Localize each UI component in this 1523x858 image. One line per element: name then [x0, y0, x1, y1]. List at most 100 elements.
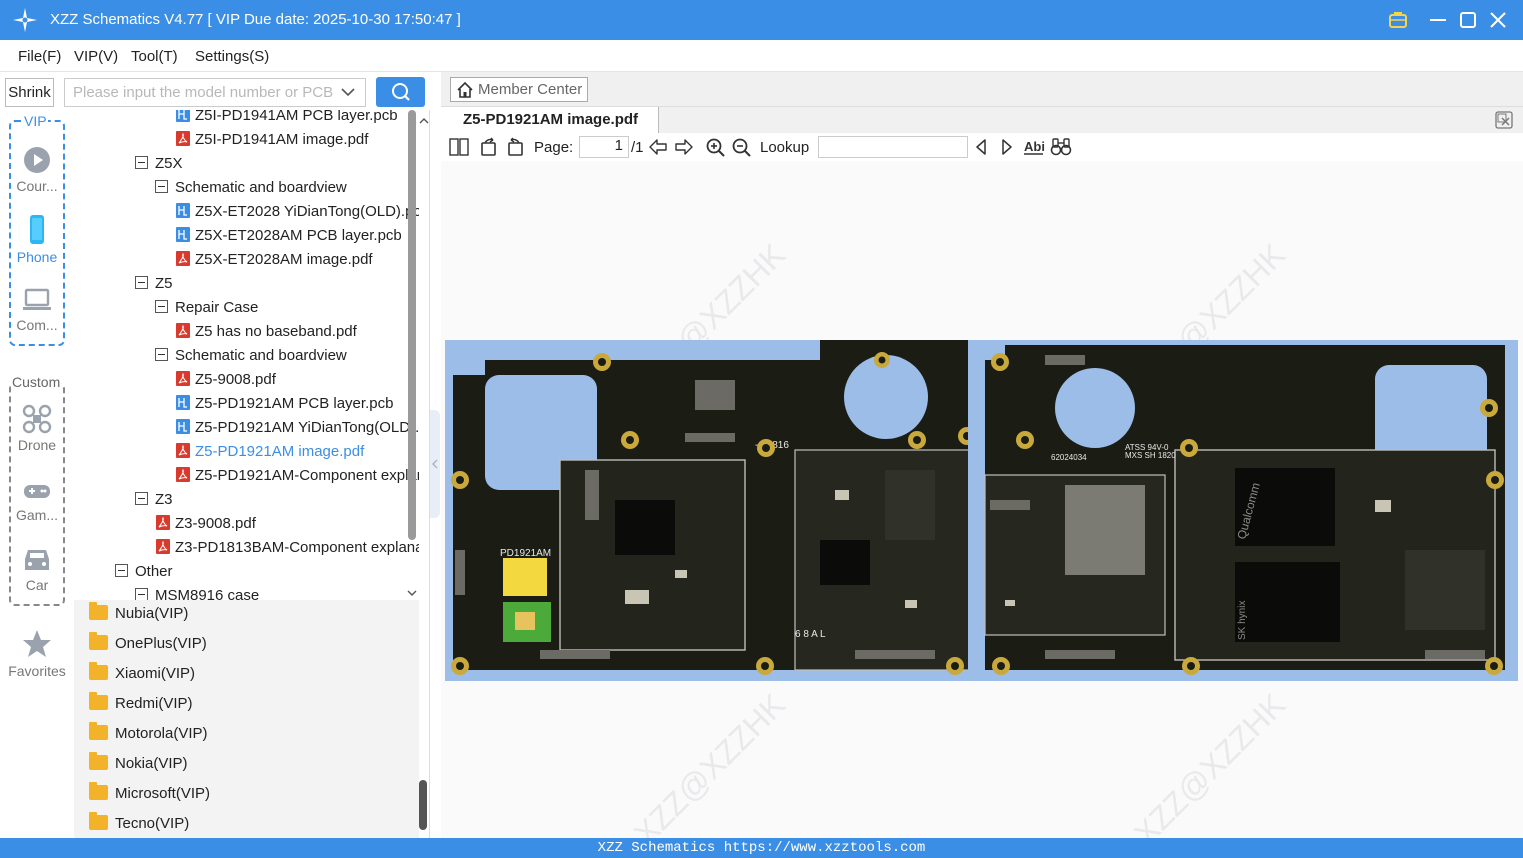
- close-icon[interactable]: [1486, 8, 1510, 32]
- rail-item-car[interactable]: Car: [0, 546, 74, 593]
- tree-file[interactable]: Z3-9008.pdf: [156, 512, 256, 536]
- menu-vip[interactable]: VIP(V): [74, 48, 118, 65]
- folder-item[interactable]: Tecno(VIP): [89, 812, 189, 835]
- chevron-down-icon[interactable]: [339, 83, 357, 101]
- tree-node[interactable]: Repair Case: [155, 296, 258, 320]
- rail-item-label: Favorites: [8, 663, 66, 679]
- rail-item-label: Gam...: [15, 507, 58, 523]
- tree-scroll-thumb[interactable]: [408, 110, 416, 540]
- page-label: Page:: [534, 139, 574, 156]
- binoculars-icon[interactable]: [1050, 137, 1072, 157]
- menu-tool[interactable]: Tool(T): [131, 48, 178, 65]
- tree-file[interactable]: Z3-PD1813BAM-Component explanation.pdf: [156, 536, 419, 560]
- rail-item-phone[interactable]: Phone: [0, 214, 74, 265]
- previous-page-icon[interactable]: [648, 137, 668, 157]
- collapse-icon[interactable]: [135, 492, 148, 505]
- rotate-right-icon[interactable]: [505, 137, 525, 157]
- folder-item[interactable]: Motorola(VIP): [89, 722, 208, 745]
- tree-file[interactable]: Z5 has no baseband.pdf: [176, 320, 357, 344]
- tree-file[interactable]: Z5-PD1921AM-Component explanation.pdf: [176, 464, 419, 488]
- watermark: XZZ@XZZHK: [626, 686, 793, 838]
- folder-scrollbar[interactable]: [419, 780, 427, 830]
- maximize-icon[interactable]: [1456, 8, 1480, 32]
- tree-file[interactable]: Z5-PD1921AM YiDianTong(OLD).pcb: [176, 416, 419, 440]
- shrink-button[interactable]: Shrink: [5, 78, 54, 107]
- tree-node[interactable]: Z5X: [135, 152, 183, 176]
- collapse-icon[interactable]: [135, 276, 148, 289]
- board-label: 6 8 A L: [795, 629, 826, 640]
- model-search-input[interactable]: [66, 80, 336, 105]
- tree-file[interactable]: Z5I-PD1941AM PCB layer.pcb: [176, 110, 398, 128]
- rail-item-game[interactable]: Gam...: [0, 480, 74, 523]
- tree-file[interactable]: Z5X-ET2028 YiDianTong(OLD).pcb: [176, 200, 419, 224]
- tree-node[interactable]: Z3: [135, 488, 173, 512]
- car-icon: [25, 550, 49, 570]
- rail-item-label: Phone: [16, 249, 58, 265]
- tree-node[interactable]: Other: [115, 560, 173, 584]
- pdf-file-icon: [176, 443, 190, 458]
- collapse-icon[interactable]: [155, 300, 168, 313]
- rail-item-drone[interactable]: Drone: [0, 404, 74, 453]
- page-total: /1: [631, 139, 644, 156]
- tree-node[interactable]: MSM8916 case: [135, 584, 259, 600]
- folder-item[interactable]: OnePlus(VIP): [89, 632, 207, 655]
- tree-node[interactable]: Schematic and boardview: [155, 344, 347, 368]
- match-case-icon[interactable]: Abi: [1023, 137, 1045, 157]
- panel-splitter[interactable]: [430, 410, 440, 518]
- rail-item-computer[interactable]: Com...: [0, 286, 74, 333]
- collapse-icon[interactable]: [155, 348, 168, 361]
- find-next-icon[interactable]: [999, 137, 1015, 157]
- custom-group-label: Custom: [11, 374, 62, 390]
- folder-item[interactable]: Microsoft(VIP): [89, 782, 210, 805]
- close-tab-icon[interactable]: [1495, 111, 1513, 129]
- tab-document[interactable]: Z5-PD1921AM image.pdf: [441, 107, 659, 134]
- folder-item[interactable]: Nokia(VIP): [89, 752, 188, 775]
- tree-file[interactable]: Z5X-ET2028AM image.pdf: [176, 248, 373, 272]
- tree-file[interactable]: Z5I-PD1941AM image.pdf: [176, 128, 368, 152]
- gamepad-icon: [24, 485, 50, 498]
- two-page-view-icon[interactable]: [449, 137, 469, 157]
- tree-file[interactable]: Z5-9008.pdf: [176, 368, 276, 392]
- scroll-down-icon[interactable]: [406, 588, 418, 598]
- tree-scrollbar[interactable]: [408, 110, 418, 600]
- find-previous-icon[interactable]: [973, 137, 989, 157]
- collapse-icon[interactable]: [115, 564, 128, 577]
- pcb-file-icon: [176, 419, 190, 434]
- board-label: SK hynix: [1237, 601, 1248, 640]
- document-page-canvas[interactable]: XZZ@XZZHK XZZ@XZZHK XZZ@XZZHK XZZ@XZZHK …: [441, 161, 1523, 838]
- rail-item-courses[interactable]: Cour...: [0, 145, 74, 194]
- tree-file-selected[interactable]: Z5-PD1921AM image.pdf: [176, 440, 364, 464]
- scroll-up-icon[interactable]: [418, 116, 430, 126]
- collapse-icon[interactable]: [135, 588, 148, 600]
- menu-settings[interactable]: Settings(S): [195, 48, 269, 65]
- search-icon: [392, 83, 410, 101]
- pcb-board-image: PD1921AM -1 0816 6 8 A L 62024034 ATSS 9…: [445, 340, 1518, 681]
- minimize-icon[interactable]: [1426, 8, 1450, 32]
- tree-node[interactable]: Schematic and boardview: [155, 176, 347, 200]
- folder-item[interactable]: Xiaomi(VIP): [89, 662, 195, 685]
- search-button[interactable]: [376, 77, 425, 107]
- rotate-left-icon[interactable]: [479, 137, 499, 157]
- collapse-icon[interactable]: [135, 156, 148, 169]
- next-page-icon[interactable]: [674, 137, 694, 157]
- vip-group-label: VIP: [23, 113, 48, 129]
- folder-icon: [89, 812, 108, 830]
- tree-file[interactable]: Z5-PD1921AM PCB layer.pcb: [176, 392, 393, 416]
- zoom-out-icon[interactable]: [731, 137, 751, 157]
- member-center-button[interactable]: Member Center: [450, 77, 588, 102]
- rail-item-favorites[interactable]: Favorites: [0, 628, 74, 679]
- collapse-icon[interactable]: [155, 180, 168, 193]
- rail-item-label: Com...: [16, 317, 58, 333]
- folder-item[interactable]: Nubia(VIP): [89, 602, 188, 625]
- rail-item-label: Car: [25, 577, 49, 593]
- folder-item[interactable]: Redmi(VIP): [89, 692, 193, 715]
- lookup-input[interactable]: [818, 136, 968, 158]
- zoom-in-icon[interactable]: [705, 137, 725, 157]
- menu-file[interactable]: File(F): [18, 48, 61, 65]
- page-number-input[interactable]: 1: [579, 136, 629, 158]
- pdf-file-icon: [176, 371, 190, 386]
- tree-file[interactable]: Z5X-ET2028AM PCB layer.pcb: [176, 224, 402, 248]
- vip-bag-icon[interactable]: [1386, 8, 1410, 32]
- tree-node[interactable]: Z5: [135, 272, 173, 296]
- laptop-icon: [23, 288, 51, 310]
